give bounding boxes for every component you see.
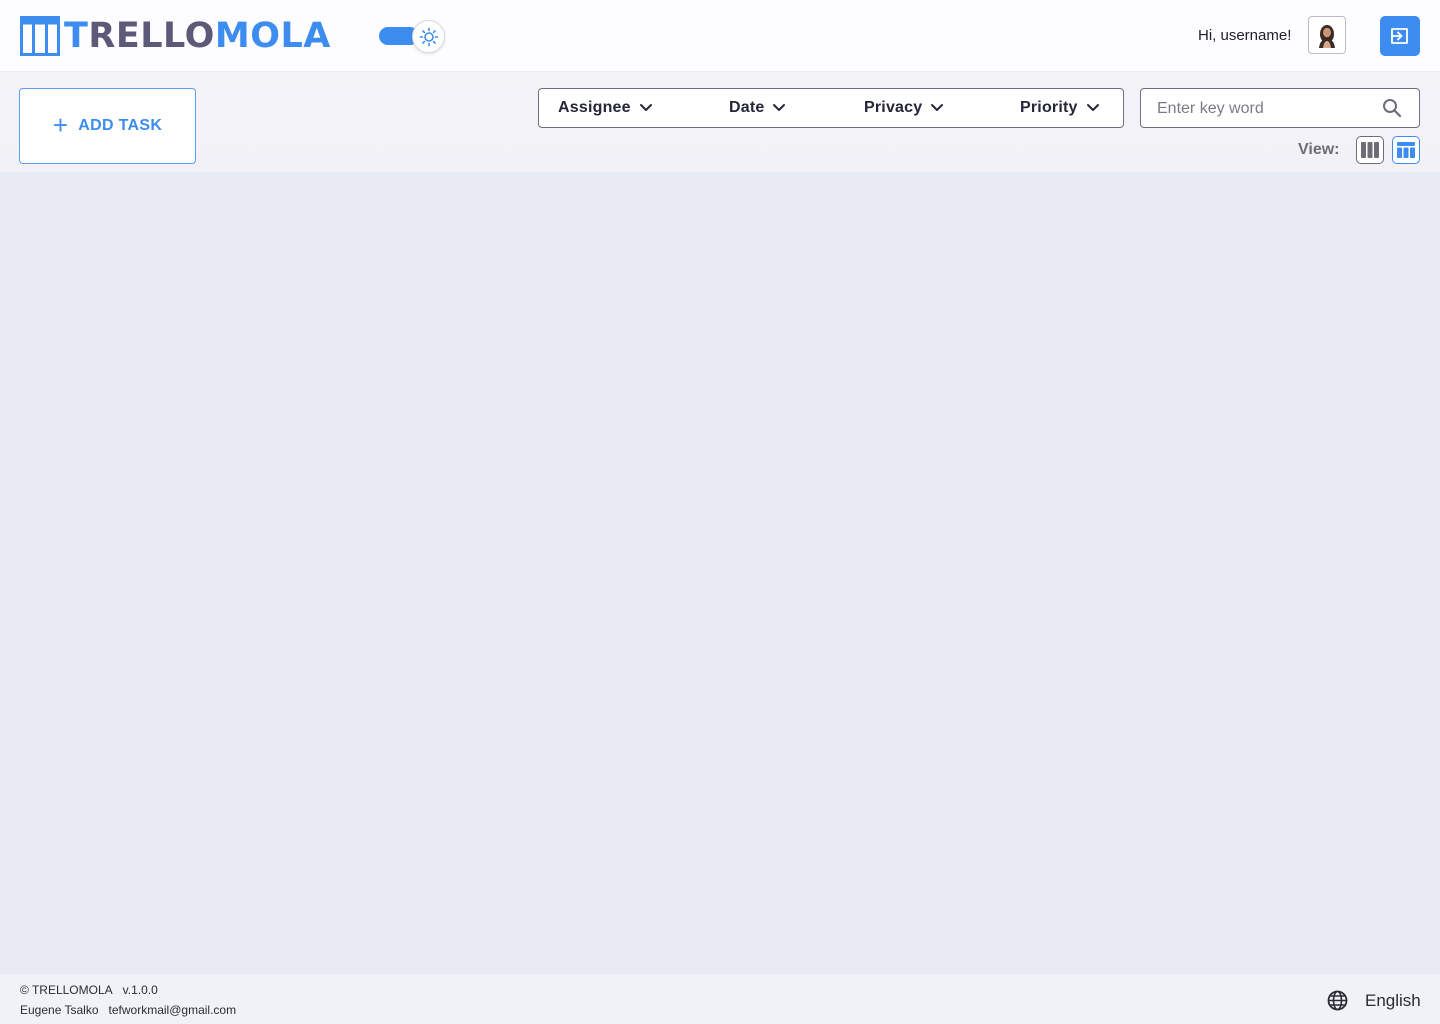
logout-button[interactable] [1380,16,1420,56]
footer-author-line: Eugene Tsalko tefworkmail@gmail.com [20,1003,236,1017]
logo-part-mola: MOLA [214,16,331,56]
sun-icon [419,27,438,46]
filter-bar: Assignee Date Privacy Priority [538,88,1124,128]
app-logo[interactable]: TRELLOMOLA [20,16,331,56]
filter-date[interactable]: Date [729,89,786,127]
plus-icon: + [52,110,69,140]
filter-privacy[interactable]: Privacy [864,89,944,127]
footer-copyright: © TRELLOMOLA [20,983,113,997]
filter-label: Assignee [558,99,631,116]
language-selector[interactable]: English [1365,991,1421,1011]
logo-letter-t: T [64,16,89,56]
filter-assignee[interactable]: Assignee [558,89,653,127]
table-view-icon [1397,142,1415,158]
footer-author: Eugene Tsalko [20,1003,99,1017]
search-input[interactable] [1155,98,1379,120]
logo-part-rello: RELLO [88,16,215,56]
user-greeting: Hi, username! [1198,27,1292,44]
filter-label: Date [729,99,765,116]
filter-label: Priority [1020,99,1078,116]
view-kanban-button[interactable] [1356,136,1384,164]
footer-version: v.1.0.0 [122,983,158,997]
view-table-button[interactable] [1392,136,1420,164]
kanban-view-icon [1361,142,1379,158]
view-label: View: [1298,141,1340,158]
theme-toggle[interactable] [378,20,446,54]
chevron-down-icon [1086,104,1099,111]
chevron-down-icon [639,104,652,111]
filter-label: Privacy [864,99,923,116]
footer-copyright-line: © TRELLOMOLA v.1.0.0 [20,983,158,997]
avatar [1319,25,1335,48]
logo-wordmark: TRELLOMOLA [64,16,331,56]
add-task-button[interactable]: + ADD TASK [19,88,196,164]
chevron-down-icon [773,104,786,111]
globe-icon[interactable] [1327,990,1348,1011]
search-icon[interactable] [1382,98,1402,118]
chevron-down-icon [931,104,944,111]
user-avatar-button[interactable] [1308,16,1346,54]
footer-email[interactable]: tefworkmail@gmail.com [109,1003,237,1017]
search-box [1140,88,1420,128]
logout-icon [1391,28,1408,44]
task-board [0,172,1440,974]
theme-toggle-thumb[interactable] [412,20,445,53]
app-header: TRELLOMOLA Hi, username! [0,0,1440,72]
filter-priority[interactable]: Priority [1020,89,1100,127]
board-columns-icon [20,16,60,56]
add-task-label: ADD TASK [78,117,163,134]
